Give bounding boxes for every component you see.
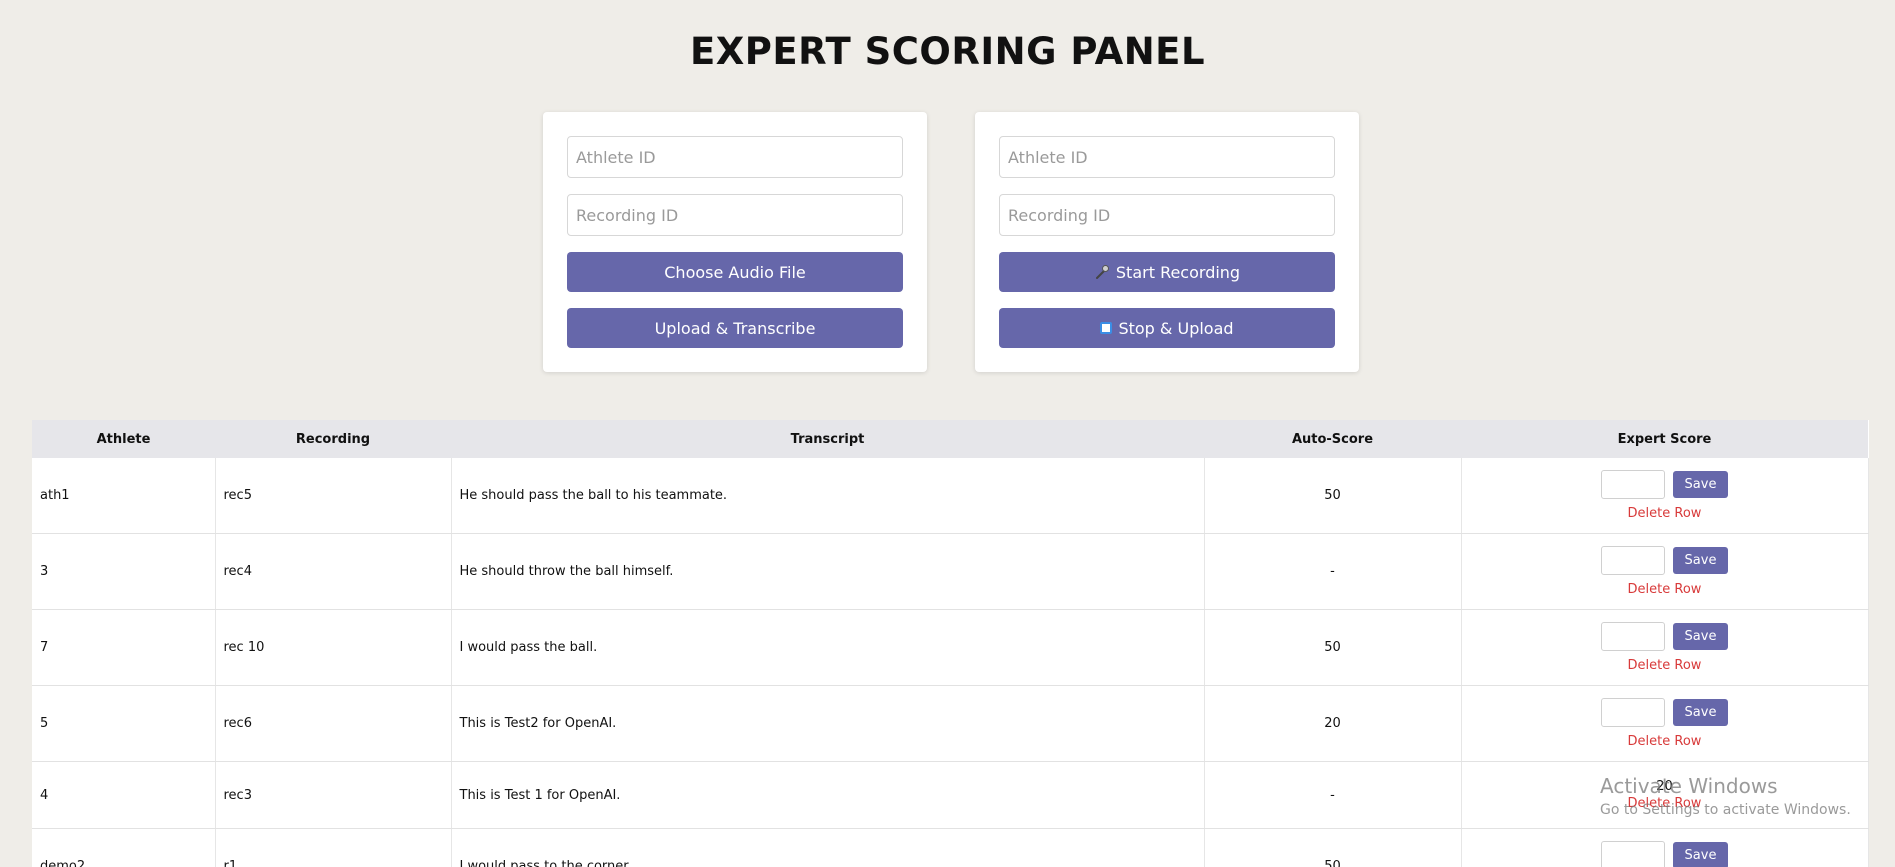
expert-score-cell: Save Delete Row bbox=[1461, 609, 1869, 686]
auto-score-cell: 50 bbox=[1204, 458, 1462, 534]
expert-score-cell: 20 Delete Row bbox=[1461, 761, 1869, 829]
scores-table: Athlete Recording Transcript Auto-Score … bbox=[32, 420, 1869, 867]
delete-row-link[interactable]: Delete Row bbox=[1628, 582, 1702, 597]
scores-table-container: Athlete Recording Transcript Auto-Score … bbox=[32, 420, 1869, 867]
table-row: 5 rec6 This is Test2 for OpenAI. 20 Save… bbox=[32, 685, 1869, 762]
athlete-cell: demo2 bbox=[32, 828, 216, 867]
record-athlete-id-input[interactable] bbox=[999, 136, 1335, 178]
header-auto-score: Auto-Score bbox=[1204, 420, 1461, 458]
auto-score-cell: - bbox=[1204, 761, 1462, 829]
expert-score-cell: Save Delete Row bbox=[1461, 458, 1869, 534]
expert-score-cell: Save Delete Row bbox=[1461, 685, 1869, 762]
athlete-cell: 3 bbox=[32, 533, 216, 610]
upload-athlete-id-input[interactable] bbox=[567, 136, 903, 178]
transcript-cell: I would pass to the corner bbox=[451, 828, 1205, 867]
expert-score-cell: Save Delete Row bbox=[1461, 828, 1869, 867]
upload-card: Choose Audio File Upload & Transcribe bbox=[543, 112, 927, 372]
stop-icon bbox=[1100, 322, 1113, 334]
expert-score-input[interactable] bbox=[1600, 841, 1665, 867]
header-recording: Recording bbox=[215, 420, 451, 458]
table-row: 7 rec 10 I would pass the ball. 50 Save … bbox=[32, 609, 1869, 686]
recording-cell: rec6 bbox=[215, 685, 452, 762]
choose-audio-file-button[interactable]: Choose Audio File bbox=[567, 252, 903, 292]
recording-cell: rec 10 bbox=[215, 609, 452, 686]
save-score-button[interactable]: Save bbox=[1672, 842, 1729, 867]
expert-score-input[interactable] bbox=[1600, 546, 1665, 575]
recording-cell: rec4 bbox=[215, 533, 452, 610]
expert-score-input[interactable] bbox=[1600, 622, 1665, 651]
stop-upload-button[interactable]: Stop & Upload bbox=[999, 308, 1335, 348]
auto-score-cell: 20 bbox=[1204, 685, 1462, 762]
start-recording-label: Start Recording bbox=[1115, 262, 1241, 282]
table-row: 3 rec4 He should throw the ball himself.… bbox=[32, 533, 1869, 610]
transcript-cell: I would pass the ball. bbox=[451, 609, 1205, 686]
save-score-button[interactable]: Save bbox=[1672, 471, 1729, 498]
saved-expert-score: 20 bbox=[1656, 779, 1673, 794]
record-card: Start Recording Stop & Upload bbox=[975, 112, 1359, 372]
expert-score-cell: Save Delete Row bbox=[1461, 533, 1869, 610]
transcript-cell: He should throw the ball himself. bbox=[451, 533, 1205, 610]
microphone-icon bbox=[1095, 265, 1109, 279]
athlete-cell: 7 bbox=[32, 609, 216, 686]
athlete-cell: ath1 bbox=[32, 458, 216, 534]
save-score-button[interactable]: Save bbox=[1672, 623, 1729, 650]
auto-score-cell: 50 bbox=[1204, 828, 1462, 867]
recording-cell: r1 bbox=[215, 828, 452, 867]
transcript-cell: This is Test2 for OpenAI. bbox=[451, 685, 1205, 762]
choose-audio-file-label: Choose Audio File bbox=[664, 262, 806, 282]
upload-transcribe-label: Upload & Transcribe bbox=[654, 318, 816, 338]
delete-row-link[interactable]: Delete Row bbox=[1628, 796, 1702, 811]
page-title: EXPERT SCORING PANEL bbox=[689, 30, 1206, 73]
expert-score-input[interactable] bbox=[1600, 698, 1665, 727]
save-score-button[interactable]: Save bbox=[1672, 699, 1729, 726]
recording-cell: rec3 bbox=[215, 761, 452, 829]
transcript-cell: He should pass the ball to his teammate. bbox=[451, 458, 1205, 534]
delete-row-link[interactable]: Delete Row bbox=[1628, 658, 1702, 673]
stop-upload-label: Stop & Upload bbox=[1118, 318, 1234, 338]
header-transcript: Transcript bbox=[451, 420, 1204, 458]
athlete-cell: 5 bbox=[32, 685, 216, 762]
table-header-row: Athlete Recording Transcript Auto-Score … bbox=[32, 420, 1868, 458]
record-recording-id-input[interactable] bbox=[999, 194, 1335, 236]
save-score-button[interactable]: Save bbox=[1672, 547, 1729, 574]
athlete-cell: 4 bbox=[32, 761, 216, 829]
delete-row-link[interactable]: Delete Row bbox=[1628, 506, 1702, 521]
delete-row-link[interactable]: Delete Row bbox=[1628, 734, 1702, 749]
upload-recording-id-input[interactable] bbox=[567, 194, 903, 236]
header-athlete: Athlete bbox=[32, 420, 215, 458]
auto-score-cell: 50 bbox=[1204, 609, 1462, 686]
table-row: 4 rec3 This is Test 1 for OpenAI. - 20 D… bbox=[32, 761, 1869, 829]
upload-transcribe-button[interactable]: Upload & Transcribe bbox=[567, 308, 903, 348]
expert-score-input[interactable] bbox=[1600, 470, 1665, 499]
recording-cell: rec5 bbox=[215, 458, 452, 534]
table-row: demo2 r1 I would pass to the corner 50 S… bbox=[32, 828, 1869, 867]
header-expert-score: Expert Score bbox=[1461, 420, 1868, 458]
table-row: ath1 rec5 He should pass the ball to his… bbox=[32, 458, 1869, 534]
start-recording-button[interactable]: Start Recording bbox=[999, 252, 1335, 292]
auto-score-cell: - bbox=[1204, 533, 1462, 610]
transcript-cell: This is Test 1 for OpenAI. bbox=[451, 761, 1205, 829]
